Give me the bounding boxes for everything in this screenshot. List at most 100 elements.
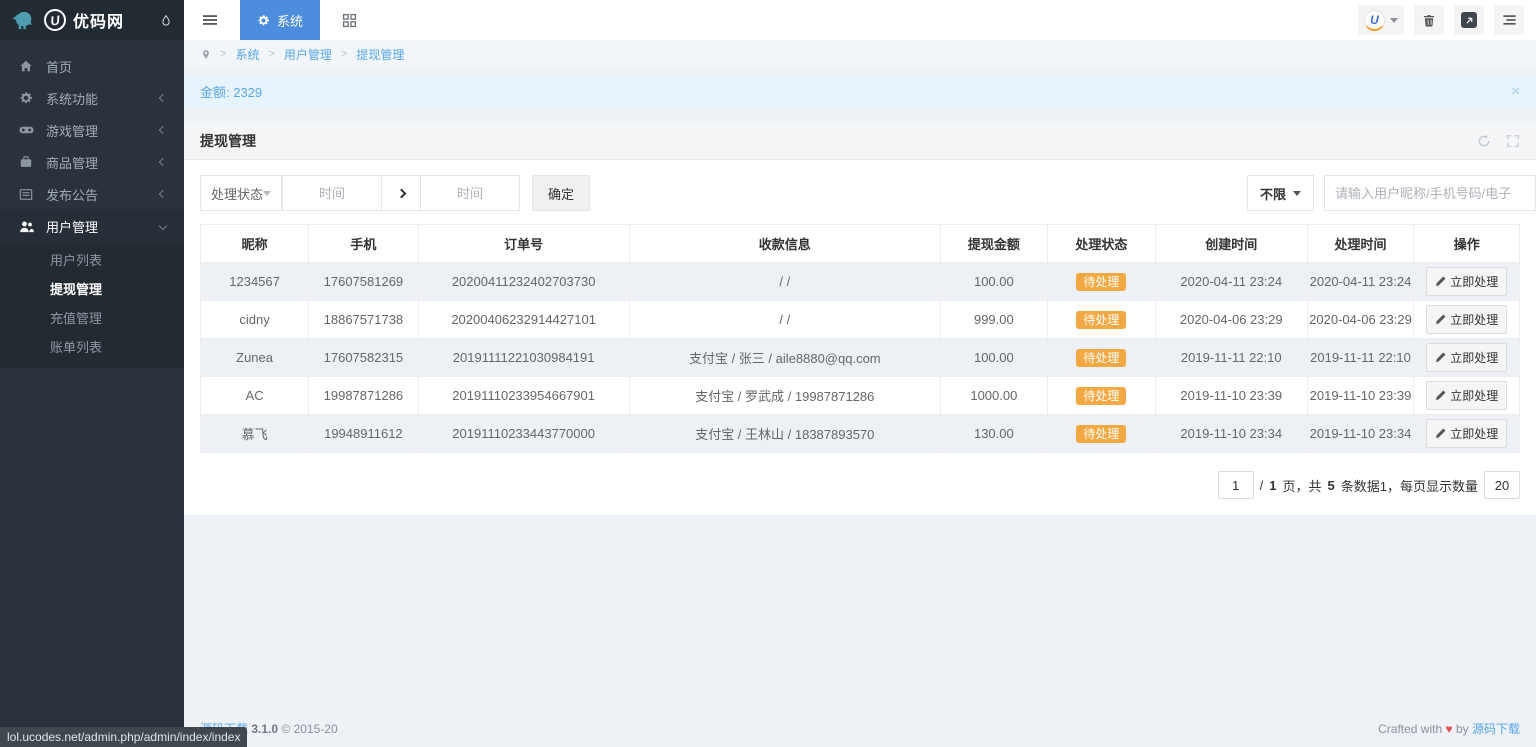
gear-icon xyxy=(257,14,270,27)
cell-processed: 2020-04-11 23:24 xyxy=(1307,263,1414,301)
process-now-label: 立即处理 xyxy=(1450,311,1498,328)
sidebar-item-announcements[interactable]: 发布公告 xyxy=(0,178,184,210)
sidebar-item-home[interactable]: 首页 xyxy=(0,50,184,82)
tab-system[interactable]: 系统 xyxy=(240,0,320,40)
refresh-icon[interactable] xyxy=(1477,134,1491,148)
avatar: U xyxy=(1364,10,1385,31)
gamepad-icon xyxy=(18,124,34,136)
total-count: 5 xyxy=(1328,478,1335,493)
process-now-button[interactable]: 立即处理 xyxy=(1426,343,1507,372)
chevron-down-icon xyxy=(1293,191,1301,196)
amount-alert: 金额: 2329 × xyxy=(184,75,1536,108)
breadcrumb-link-withdrawal-management[interactable]: 提现管理 xyxy=(356,46,404,63)
sidebar-subitem-recharge-management[interactable]: 充值管理 xyxy=(0,304,184,333)
table-row: 慕飞 19948911612 20191110233443770000 支付宝 … xyxy=(201,415,1520,453)
gear-icon xyxy=(18,91,34,105)
cell-phone: 17607581269 xyxy=(309,263,418,301)
sidebar-item-label: 商品管理 xyxy=(46,153,98,172)
col-header-processed: 处理时间 xyxy=(1307,225,1414,263)
search-group: 不限 xyxy=(1247,175,1520,211)
topbar: 系统 U xyxy=(184,0,1536,40)
breadcrumb-link-user-management[interactable]: 用户管理 xyxy=(284,46,332,63)
sidebar-item-user-management[interactable]: 用户管理 xyxy=(0,210,184,242)
user-avatar-menu[interactable]: U xyxy=(1358,5,1404,35)
location-pin-icon xyxy=(201,48,211,61)
cell-actions: 立即处理 xyxy=(1414,301,1520,339)
pencil-icon xyxy=(1435,428,1446,439)
chevron-down-icon xyxy=(159,222,167,230)
sidebar-item-label: 用户管理 xyxy=(46,217,98,236)
status-badge: 待处理 xyxy=(1076,311,1126,329)
sidebar-subitem-withdrawal-management[interactable]: 提现管理 xyxy=(0,275,184,304)
col-header-nickname: 昵称 xyxy=(201,225,309,263)
time-to-input[interactable] xyxy=(420,175,520,211)
process-now-button[interactable]: 立即处理 xyxy=(1426,381,1507,410)
col-header-phone: 手机 xyxy=(309,225,418,263)
cell-payee: / / xyxy=(629,301,940,339)
chevron-down-icon xyxy=(263,191,271,196)
table-row: 1234567 17607581269 20200411232402703730… xyxy=(201,263,1520,301)
cell-amount: 100.00 xyxy=(940,263,1047,301)
sidebar-item-product-management[interactable]: 商品管理 xyxy=(0,146,184,178)
time-from-input[interactable] xyxy=(282,175,382,211)
pencil-icon xyxy=(1435,314,1446,325)
per-page-input[interactable] xyxy=(1484,471,1520,499)
logo-bar: U 优码网 xyxy=(0,0,184,40)
cell-status: 待处理 xyxy=(1047,339,1155,377)
process-now-button[interactable]: 立即处理 xyxy=(1426,267,1507,296)
cell-processed: 2019-11-11 22:10 xyxy=(1307,339,1414,377)
sidebar-item-game-management[interactable]: 游戏管理 xyxy=(0,114,184,146)
chevron-right-icon xyxy=(396,188,406,198)
panel-header: 提现管理 xyxy=(184,122,1536,160)
withdrawal-panel: 提现管理 处理状态 xyxy=(184,122,1536,515)
chevron-left-icon xyxy=(159,126,167,134)
table-row: Zunea 17607582315 20191111221030984191 支… xyxy=(201,339,1520,377)
col-header-payee: 收款信息 xyxy=(629,225,940,263)
cell-created: 2020-04-06 23:29 xyxy=(1155,301,1307,339)
sidebar-item-system-functions[interactable]: 系统功能 xyxy=(0,82,184,114)
list-icon xyxy=(1502,13,1517,27)
clear-cache-button[interactable] xyxy=(1414,5,1444,35)
confirm-button[interactable]: 确定 xyxy=(532,175,590,211)
cell-amount: 999.00 xyxy=(940,301,1047,339)
cell-amount: 1000.00 xyxy=(940,377,1047,415)
cell-created: 2019-11-10 23:39 xyxy=(1155,377,1307,415)
breadcrumb-link-system[interactable]: 系统 xyxy=(235,46,259,63)
process-now-button[interactable]: 立即处理 xyxy=(1426,305,1507,334)
process-now-button[interactable]: 立即处理 xyxy=(1426,419,1507,448)
cell-status: 待处理 xyxy=(1047,301,1155,339)
page-number-input[interactable] xyxy=(1218,471,1254,499)
cell-status: 待处理 xyxy=(1047,377,1155,415)
app-window: U 优码网 首页 系统功能 游戏管理 商品管理 xyxy=(0,0,1536,747)
cell-nickname: AC xyxy=(201,377,309,415)
col-header-order: 订单号 xyxy=(418,225,629,263)
fullscreen-icon[interactable] xyxy=(1506,134,1520,148)
close-icon[interactable]: × xyxy=(1511,83,1520,100)
sidebar-nav: 首页 系统功能 游戏管理 商品管理 发布公告 xyxy=(0,40,184,368)
hamburger-menu-icon[interactable] xyxy=(202,12,218,28)
sidebar-subitem-user-list[interactable]: 用户列表 xyxy=(0,246,184,275)
open-frontend-button[interactable] xyxy=(1454,5,1484,35)
cell-processed: 2020-04-06 23:29 xyxy=(1307,301,1414,339)
cell-processed: 2019-11-10 23:39 xyxy=(1307,377,1414,415)
page-title: 提现管理 xyxy=(200,131,256,151)
table-row: AC 19987871286 20191110233954667901 支付宝 … xyxy=(201,377,1520,415)
status-badge: 待处理 xyxy=(1076,349,1126,367)
sidebar-subitem-bill-list[interactable]: 账单列表 xyxy=(0,333,184,362)
log-list-button[interactable] xyxy=(1494,5,1524,35)
footer-crafted-link[interactable]: 源码下载 xyxy=(1472,722,1520,736)
footer-crafted-prefix: Crafted with xyxy=(1378,722,1442,736)
search-input[interactable] xyxy=(1324,175,1536,211)
process-now-label: 立即处理 xyxy=(1450,273,1498,290)
status-filter-select[interactable]: 处理状态 xyxy=(200,175,282,211)
cell-actions: 立即处理 xyxy=(1414,339,1520,377)
cell-created: 2019-11-11 22:10 xyxy=(1155,339,1307,377)
time-range-arrow-icon xyxy=(381,175,421,211)
brand-u-icon: U xyxy=(43,8,68,33)
search-scope-select[interactable]: 不限 xyxy=(1247,175,1314,211)
drop-icon[interactable] xyxy=(160,13,172,28)
cell-payee: 支付宝 / 张三 / aile8880@qq.com xyxy=(629,339,940,377)
cell-nickname: 1234567 xyxy=(201,263,309,301)
grid-apps-icon[interactable] xyxy=(342,13,357,28)
cell-nickname: cidny xyxy=(201,301,309,339)
